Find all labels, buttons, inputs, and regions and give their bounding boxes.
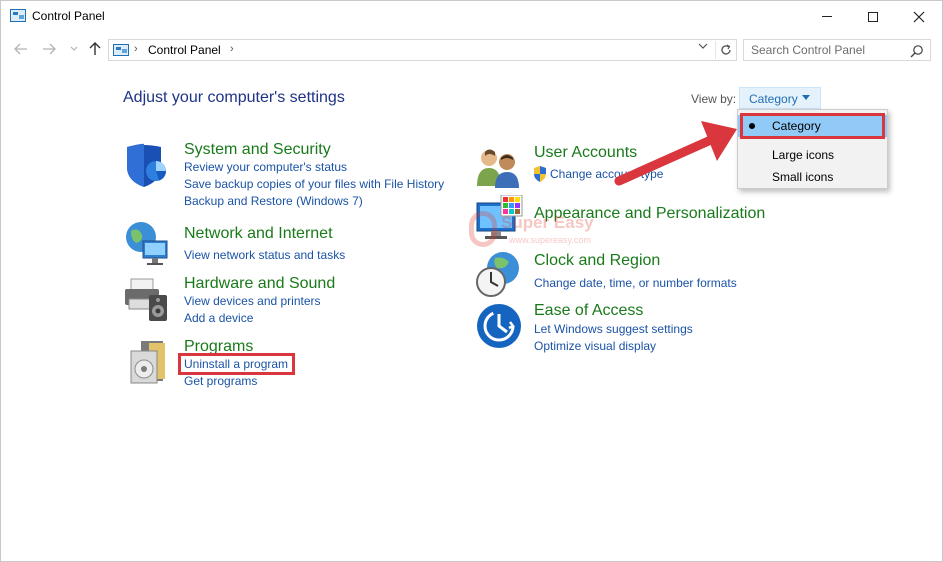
- menu-item-label: Small icons: [772, 170, 834, 184]
- watermark-logo-icon: [469, 211, 497, 247]
- chevron-down-icon: [698, 43, 708, 49]
- refresh-button[interactable]: [715, 41, 735, 59]
- forward-button[interactable]: [39, 39, 59, 59]
- programs-icon[interactable]: [127, 339, 175, 387]
- system-security-title[interactable]: System and Security: [184, 141, 331, 159]
- title-bar: Control Panel: [1, 1, 942, 32]
- watermark-text: Super Easy: [501, 213, 594, 232]
- breadcrumb-control-panel[interactable]: Control Panel: [148, 43, 221, 57]
- get-programs-link[interactable]: Get programs: [184, 374, 257, 388]
- watermark: Super Easy www.supereasy.com: [469, 207, 609, 257]
- menu-item-small-icons[interactable]: Small icons: [738, 166, 887, 188]
- ease-of-access-icon[interactable]: [475, 302, 523, 350]
- devices-printers-link[interactable]: View devices and printers: [184, 294, 321, 308]
- date-time-formats-link[interactable]: Change date, time, or number formats: [534, 276, 737, 290]
- user-accounts-icon[interactable]: [475, 144, 523, 192]
- hardware-sound-title[interactable]: Hardware and Sound: [184, 275, 335, 293]
- view-by-dropdown[interactable]: Category: [739, 87, 821, 109]
- search-input[interactable]: [744, 40, 904, 60]
- refresh-icon: [720, 44, 731, 55]
- ease-of-access-title[interactable]: Ease of Access: [534, 302, 643, 320]
- address-bar[interactable]: › Control Panel ›: [108, 39, 737, 61]
- up-arrow-icon: [89, 42, 101, 55]
- forward-arrow-icon: [43, 43, 56, 55]
- caret-down-icon: [802, 95, 810, 100]
- control-panel-icon: [113, 44, 129, 56]
- close-button[interactable]: [896, 1, 942, 32]
- optimize-display-link[interactable]: Optimize visual display: [534, 339, 656, 353]
- menu-item-label: Large icons: [772, 148, 835, 162]
- search-icon[interactable]: [910, 44, 924, 58]
- network-status-link[interactable]: View network status and tasks: [184, 248, 345, 262]
- highlight-category-box: [740, 113, 885, 139]
- watermark-url: www.supereasy.com: [509, 235, 591, 245]
- uac-shield-icon: [534, 166, 546, 182]
- back-button[interactable]: [11, 39, 31, 59]
- minimize-button[interactable]: [804, 1, 850, 32]
- printer-icon[interactable]: [123, 275, 171, 323]
- view-by-value: Category: [749, 92, 798, 106]
- add-device-link[interactable]: Add a device: [184, 311, 253, 325]
- search-box[interactable]: [743, 39, 931, 61]
- review-status-link[interactable]: Review your computer's status: [184, 160, 347, 174]
- control-panel-window: Control Panel › Control Panel › Search C…: [0, 0, 943, 562]
- backup-restore-link[interactable]: Backup and Restore (Windows 7): [184, 194, 363, 208]
- maximize-icon: [868, 11, 878, 22]
- suggest-settings-link[interactable]: Let Windows suggest settings: [534, 322, 693, 336]
- page-title: Adjust your computer's settings: [123, 89, 345, 106]
- highlight-uninstall-box: [178, 353, 295, 375]
- network-internet-title[interactable]: Network and Internet: [184, 225, 333, 243]
- back-arrow-icon: [14, 43, 27, 55]
- clock-globe-icon[interactable]: [475, 250, 523, 298]
- navigation-bar: › Control Panel ›: [1, 32, 942, 66]
- maximize-button[interactable]: [850, 1, 896, 32]
- recent-locations-button[interactable]: [64, 39, 84, 59]
- file-history-link[interactable]: Save backup copies of your files with Fi…: [184, 177, 444, 191]
- shield-icon[interactable]: [123, 141, 171, 189]
- breadcrumb-separator-icon[interactable]: ›: [230, 43, 234, 55]
- menu-item-large-icons[interactable]: Large icons: [738, 144, 887, 166]
- close-icon: [913, 11, 925, 22]
- address-history-button[interactable]: [698, 42, 708, 53]
- chevron-down-icon: [70, 46, 78, 51]
- view-by-label: View by:: [691, 92, 737, 106]
- window-title: Control Panel: [32, 9, 105, 23]
- up-button[interactable]: [85, 39, 105, 59]
- breadcrumb-separator-icon[interactable]: ›: [134, 43, 138, 55]
- minimize-icon: [822, 16, 832, 17]
- control-panel-icon: [10, 9, 26, 22]
- annotation-arrow-icon: [614, 121, 737, 186]
- network-globe-icon[interactable]: [123, 219, 171, 267]
